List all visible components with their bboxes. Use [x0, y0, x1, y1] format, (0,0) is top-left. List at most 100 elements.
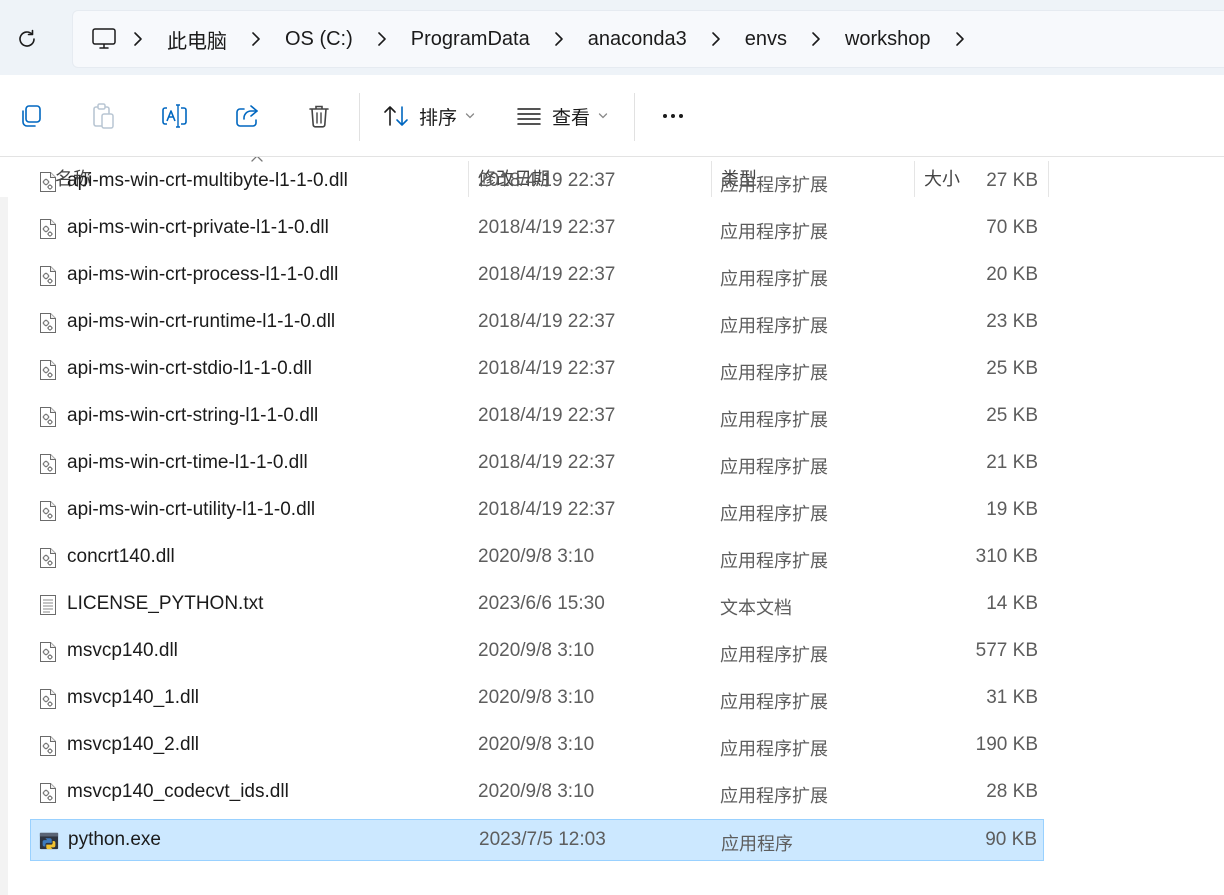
dll-file-icon	[38, 782, 58, 804]
file-row[interactable]: api-ms-win-crt-time-l1-1-0.dll 2018/4/19 …	[30, 443, 1044, 485]
file-name: msvcp140.dll	[67, 640, 178, 661]
file-size: 25 KB	[986, 358, 1038, 379]
file-row[interactable]: concrt140.dll 2020/9/8 3:10 应用程序扩展 310 KB	[30, 537, 1044, 579]
copy-button[interactable]	[14, 99, 48, 133]
file-size: 20 KB	[986, 264, 1038, 285]
breadcrumb-os-c[interactable]: OS (C:)	[275, 28, 363, 51]
file-size: 14 KB	[986, 593, 1038, 614]
dll-file-icon	[38, 265, 58, 287]
file-list: 名称 修改日期 类型 大小 api-ms-win-crt-multibyte-l…	[0, 157, 1224, 895]
file-row[interactable]: msvcp140_codecvt_ids.dll 2020/9/8 3:10 应用程…	[30, 772, 1044, 814]
file-type: 应用程序	[721, 834, 793, 855]
file-name: concrt140.dll	[67, 546, 175, 567]
file-type: 应用程序扩展	[720, 739, 828, 760]
file-name: msvcp140_codecvt_ids.dll	[67, 781, 289, 802]
toolbar-divider	[634, 93, 635, 141]
file-modified-date: 2023/7/5 12:03	[479, 829, 606, 850]
sort-menu[interactable]: 排序	[383, 99, 475, 133]
file-modified-date: 2018/4/19 22:37	[478, 311, 616, 332]
breadcrumb-separator[interactable]	[540, 24, 578, 54]
file-name: python.exe	[68, 829, 161, 850]
file-name: api-ms-win-crt-utility-l1-1-0.dll	[67, 499, 316, 520]
file-type: 应用程序扩展	[720, 786, 828, 807]
view-list-icon	[517, 108, 541, 125]
this-pc-button[interactable]	[89, 24, 119, 54]
breadcrumb-this-pc[interactable]: 此电脑	[157, 25, 237, 54]
file-row[interactable]: api-ms-win-crt-string-l1-1-0.dll 2018/4/1…	[30, 396, 1044, 438]
breadcrumb-separator[interactable]	[363, 24, 401, 54]
share-button[interactable]	[230, 99, 264, 133]
breadcrumb-workshop[interactable]: workshop	[835, 28, 941, 51]
breadcrumb-separator[interactable]	[119, 24, 157, 54]
file-row[interactable]: python.exe 2023/7/5 12:03 应用程序 90 KB	[30, 819, 1044, 861]
chevron-right-icon	[812, 32, 820, 46]
file-type: 应用程序扩展	[720, 363, 828, 384]
chevron-down-icon	[598, 113, 608, 119]
dll-file-icon	[38, 500, 58, 522]
file-row[interactable]: api-ms-win-crt-private-l1-1-0.dll 2018/4/…	[30, 208, 1044, 250]
file-name: api-ms-win-crt-process-l1-1-0.dll	[67, 264, 339, 285]
refresh-button[interactable]	[12, 24, 42, 54]
file-row[interactable]: msvcp140_1.dll 2020/9/8 3:10 应用程序扩展 31 KB	[30, 678, 1044, 720]
breadcrumb-anaconda3[interactable]: anaconda3	[578, 28, 697, 51]
file-size: 70 KB	[986, 217, 1038, 238]
file-modified-date: 2018/4/19 22:37	[478, 499, 616, 520]
python-exe-icon	[39, 830, 59, 852]
dll-file-icon	[38, 453, 58, 475]
address-area: 此电脑 OS (C:) ProgramData anaconda3 envs w…	[0, 0, 1224, 75]
file-row[interactable]: api-ms-win-crt-multibyte-l1-1-0.dll 2018/…	[30, 161, 1044, 203]
copy-icon	[22, 105, 41, 127]
breadcrumb-envs[interactable]: envs	[735, 28, 797, 51]
monitor-icon	[92, 28, 116, 49]
breadcrumb-separator[interactable]	[797, 24, 835, 54]
file-row[interactable]: msvcp140_2.dll 2020/9/8 3:10 应用程序扩展 190 KB	[30, 725, 1044, 767]
command-bar: 排序 查看	[0, 75, 1224, 157]
sort-icon	[384, 106, 408, 126]
dll-file-icon	[38, 171, 58, 193]
file-type: 应用程序扩展	[720, 645, 828, 666]
column-divider[interactable]	[1048, 161, 1049, 197]
ellipsis-dot	[671, 114, 675, 118]
file-modified-date: 2018/4/19 22:37	[478, 452, 616, 473]
file-size: 90 KB	[985, 829, 1037, 850]
file-modified-date: 2018/4/19 22:37	[478, 405, 616, 426]
file-modified-date: 2020/9/8 3:10	[478, 546, 595, 567]
file-modified-date: 2020/9/8 3:10	[478, 734, 595, 755]
breadcrumb-separator[interactable]	[941, 24, 979, 54]
file-type: 应用程序扩展	[720, 692, 828, 713]
breadcrumb-separator[interactable]	[237, 24, 275, 54]
file-type: 应用程序扩展	[720, 269, 828, 290]
paste-button[interactable]	[86, 99, 120, 133]
file-row[interactable]: api-ms-win-crt-utility-l1-1-0.dll 2018/4/…	[30, 490, 1044, 532]
file-row[interactable]: LICENSE_PYTHON.txt 2023/6/6 15:30 文本文档 14 K…	[30, 584, 1044, 626]
file-size: 23 KB	[986, 311, 1038, 332]
file-size: 577 KB	[975, 640, 1038, 661]
file-name: msvcp140_1.dll	[67, 687, 200, 708]
sort-label: 排序	[419, 106, 458, 129]
toolbar-divider	[359, 93, 360, 141]
file-type: 应用程序扩展	[720, 504, 828, 525]
view-menu[interactable]: 查看	[516, 99, 608, 133]
file-modified-date: 2018/4/19 22:37	[478, 358, 616, 379]
file-row[interactable]: api-ms-win-crt-runtime-l1-1-0.dll 2018/4/…	[30, 302, 1044, 344]
text-file-icon	[38, 594, 58, 616]
file-type: 应用程序扩展	[720, 551, 828, 572]
more-options-button[interactable]	[656, 99, 690, 133]
file-name: msvcp140_2.dll	[67, 734, 200, 755]
breadcrumb-programdata[interactable]: ProgramData	[401, 28, 540, 51]
file-size: 21 KB	[986, 452, 1038, 473]
file-modified-date: 2020/9/8 3:10	[478, 687, 595, 708]
delete-button[interactable]	[302, 99, 336, 133]
file-modified-date: 2018/4/19 22:37	[478, 170, 616, 191]
ellipsis-dot	[679, 114, 683, 118]
file-modified-date: 2020/9/8 3:10	[478, 640, 595, 661]
file-row[interactable]: msvcp140.dll 2020/9/8 3:10 应用程序扩展 577 KB	[30, 631, 1044, 673]
rename-button[interactable]	[158, 99, 192, 133]
file-name: api-ms-win-crt-stdio-l1-1-0.dll	[67, 358, 312, 379]
breadcrumb-separator[interactable]	[697, 24, 735, 54]
ellipsis-dot	[663, 114, 667, 118]
file-row[interactable]: api-ms-win-crt-stdio-l1-1-0.dll 2018/4/19…	[30, 349, 1044, 391]
breadcrumb[interactable]: 此电脑 OS (C:) ProgramData anaconda3 envs w…	[72, 10, 1224, 68]
file-row[interactable]: api-ms-win-crt-process-l1-1-0.dll 2018/4/…	[30, 255, 1044, 297]
file-name: api-ms-win-crt-runtime-l1-1-0.dll	[67, 311, 336, 332]
